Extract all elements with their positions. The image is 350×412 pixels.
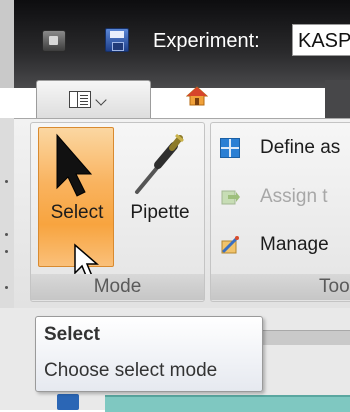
manage-button[interactable]: Manage (220, 230, 350, 260)
define-as-label: Define as (260, 137, 341, 158)
panel-header (262, 330, 350, 345)
tooltip-description: Choose select mode (44, 360, 218, 381)
pipette-mode-button[interactable] (118, 127, 200, 267)
assign-label: Assign t (260, 186, 328, 207)
experiment-label: Experiment: (153, 30, 260, 52)
tools-group-label: Too (211, 274, 350, 300)
pipette-icon (135, 133, 184, 194)
save-icon[interactable] (105, 28, 129, 52)
grid-icon (220, 138, 240, 158)
pipette-mode-label: Pipette (130, 202, 190, 223)
edge-dot (5, 233, 8, 236)
home-icon (186, 86, 208, 106)
define-as-button[interactable]: Define as (220, 133, 350, 163)
tooltip-title: Select (44, 324, 100, 345)
edge-dot (5, 286, 8, 289)
tab-strip-filler (325, 80, 350, 120)
edge-dot (5, 180, 8, 183)
experiment-name-field[interactable]: KASP (292, 24, 350, 56)
tab-home[interactable]: Home (215, 85, 268, 111)
select-mode-label: Select (50, 202, 104, 223)
left-edge (0, 0, 14, 88)
panel-teal-bar (105, 395, 350, 412)
app-menu-button[interactable] (36, 80, 151, 120)
assign-icon (221, 190, 240, 205)
arrow-cursor-icon (56, 133, 93, 197)
manage-icon (221, 236, 239, 254)
mode-group-label: Mode (31, 274, 204, 300)
edge-dot (5, 250, 8, 253)
assign-button: Assign t (220, 182, 350, 212)
chevron-down-icon (95, 94, 107, 106)
manage-label: Manage (260, 234, 329, 255)
menu-icon (69, 91, 91, 108)
blue-tool-icon[interactable] (57, 394, 79, 410)
app-system-icon[interactable] (42, 30, 66, 52)
